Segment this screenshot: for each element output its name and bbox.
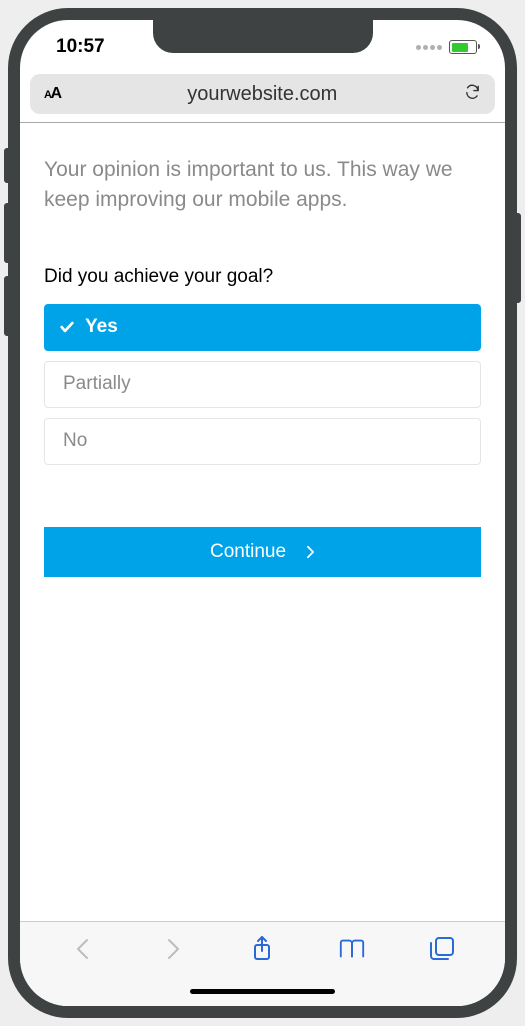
chevron-right-icon: [306, 545, 315, 559]
signal-dots-icon: [416, 45, 442, 50]
url-text[interactable]: yourwebsite.com: [71, 83, 454, 106]
phone-notch: [153, 20, 373, 53]
option-label: No: [63, 430, 87, 452]
forward-icon[interactable]: [159, 935, 187, 963]
status-time: 10:57: [56, 36, 105, 58]
option-partially[interactable]: Partially: [44, 361, 481, 408]
option-no[interactable]: No: [44, 418, 481, 465]
phone-frame: 10:57 AA yourwebsite.com: [8, 8, 517, 1018]
home-indicator-area: [20, 976, 505, 1006]
check-icon: [59, 319, 75, 335]
continue-button[interactable]: Continue: [44, 527, 481, 577]
intro-text: Your opinion is important to us. This wa…: [44, 155, 481, 216]
battery-icon: [449, 40, 477, 54]
tabs-icon[interactable]: [428, 935, 456, 963]
back-icon[interactable]: [69, 935, 97, 963]
options-list: Yes Partially No: [44, 304, 481, 465]
bookmarks-icon[interactable]: [338, 935, 366, 963]
page-content: Your opinion is important to us. This wa…: [20, 123, 505, 921]
url-bar-container: AA yourwebsite.com: [20, 68, 505, 123]
share-icon[interactable]: [248, 935, 276, 963]
home-indicator[interactable]: [190, 989, 335, 994]
reload-icon[interactable]: [464, 82, 481, 107]
continue-label: Continue: [210, 541, 286, 563]
option-label: Yes: [85, 316, 118, 338]
url-bar[interactable]: AA yourwebsite.com: [30, 74, 495, 114]
text-size-icon[interactable]: AA: [44, 85, 61, 103]
browser-toolbar: [20, 921, 505, 976]
option-yes[interactable]: Yes: [44, 304, 481, 351]
survey-question: Did you achieve your goal?: [44, 266, 481, 288]
option-label: Partially: [63, 373, 131, 395]
